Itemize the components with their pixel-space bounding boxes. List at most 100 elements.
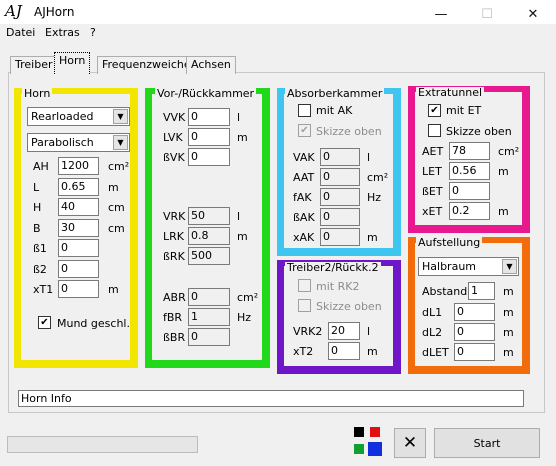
rk-input[interactable]: 500 (188, 247, 230, 265)
xet-label: xET (422, 205, 443, 218)
fbr-input[interactable]: 1 (188, 308, 230, 326)
fak-label: fAK (293, 191, 312, 204)
fak-unit: Hz (367, 191, 382, 204)
close-icon: ✕ (402, 433, 418, 453)
let-input[interactable]: 0.56 (449, 162, 490, 180)
xt2-input[interactable]: 0 (328, 342, 360, 360)
xak-input[interactable]: 0 (320, 228, 360, 246)
app-logo-icon: AJ (5, 2, 22, 20)
aet-input[interactable]: 78 (449, 142, 490, 160)
vor-legend: Vor-/Rückkammer (155, 87, 257, 100)
b-input[interactable]: 30 (58, 218, 99, 237)
xet-unit: m (498, 205, 509, 218)
lvk-unit: m (237, 131, 248, 144)
horn-type-value: Rearloaded (31, 110, 94, 123)
tab-horn[interactable]: Horn (54, 52, 91, 74)
xak-label: xAK (293, 231, 315, 244)
l-input[interactable]: 0.65 (58, 177, 99, 196)
xt1-input[interactable]: 0 (58, 280, 99, 298)
extratunnel-skizze-checkbox[interactable] (428, 124, 441, 137)
menu-datei[interactable]: Datei (6, 26, 35, 39)
dl1-label: dL1 (422, 306, 443, 319)
rk-label: ßRK (163, 250, 185, 263)
ah-input[interactable]: 1200 (58, 157, 99, 175)
mit-rk2-checkbox[interactable] (298, 279, 311, 292)
treiber2-legend: Treiber2/Rückk.2 (285, 261, 381, 274)
xt2-label: xT2 (293, 345, 314, 358)
abstand-input[interactable]: 1 (468, 282, 495, 300)
mit-ak-checkbox[interactable] (298, 104, 311, 117)
color-legend-icon (354, 427, 382, 457)
dl2-input[interactable]: 0 (454, 323, 495, 341)
fbr-unit: Hz (237, 311, 252, 324)
abr-input[interactable]: 0 (188, 288, 230, 306)
fak-input[interactable]: 0 (320, 188, 360, 206)
xt1-label: xT1 (33, 283, 54, 296)
ah-label: AH (33, 160, 49, 173)
2-input[interactable]: 0 (58, 259, 99, 278)
vvk-label: VVK (163, 111, 186, 124)
mit-et-label: mit ET (446, 104, 482, 117)
extratunnel-legend: Extratunnel (416, 86, 485, 99)
tab-frequenzweiche[interactable]: Frequenzweiche (97, 56, 196, 74)
lvk-input[interactable]: 0 (188, 128, 230, 146)
chevron-down-icon: ▼ (502, 259, 517, 274)
abstand-unit: m (503, 285, 514, 298)
br-input[interactable]: 0 (188, 328, 230, 346)
vk-input[interactable]: 0 (188, 148, 230, 166)
aufstellung-legend: Aufstellung (416, 236, 483, 249)
xet-input[interactable]: 0.2 (449, 202, 490, 220)
aufstellung-select[interactable]: Halbraum ▼ (418, 257, 519, 276)
clear-button[interactable]: ✕ (394, 428, 426, 458)
mit-rk2-label: mit RK2 (316, 280, 360, 293)
abstand-label: Abstand (422, 285, 468, 298)
xt2-unit: m (367, 345, 378, 358)
vrk2-unit: l (367, 325, 371, 338)
dlet-input[interactable]: 0 (454, 343, 495, 361)
fbr-label: fBR (163, 311, 183, 324)
vrk2-input[interactable]: 20 (328, 322, 360, 340)
tab-treiber[interactable]: Treiber (10, 56, 58, 74)
aat-input[interactable]: 0 (320, 168, 360, 186)
horn-info-field[interactable]: Horn Info (18, 390, 524, 407)
horn-shape-select[interactable]: Parabolisch ▼ (27, 133, 130, 152)
ak-input[interactable]: 0 (320, 208, 360, 226)
tab-achsen[interactable]: Achsen (186, 56, 236, 74)
ak-label: ßAK (293, 211, 315, 224)
menu-extras[interactable]: Extras (45, 26, 80, 39)
vak-input[interactable]: 0 (320, 148, 360, 166)
dl1-input[interactable]: 0 (454, 303, 495, 321)
1-label: ß1 (33, 242, 47, 255)
maximize-button[interactable]: ☐ (464, 4, 510, 24)
absorber-skizze-checkbox[interactable]: ✔ (298, 124, 311, 137)
minimize-button[interactable]: — (418, 4, 464, 24)
b-unit: cm (108, 221, 125, 235)
mit-ak-label: mit AK (316, 104, 353, 117)
vvk-unit: l (237, 111, 241, 124)
aufstellung-value: Halbraum (422, 260, 477, 273)
et-input[interactable]: 0 (449, 182, 490, 200)
vrk2-label: VRK2 (293, 325, 323, 338)
mit-et-checkbox[interactable]: ✔ (428, 104, 441, 117)
start-button[interactable]: Start (434, 428, 540, 458)
1-input[interactable]: 0 (58, 239, 99, 257)
mund-checkbox[interactable]: ✔ (38, 316, 51, 329)
lvk-label: LVK (163, 131, 183, 144)
chevron-down-icon: ▼ (113, 135, 128, 150)
close-button[interactable]: ✕ (510, 4, 556, 24)
vrk-unit: l (237, 210, 241, 223)
aet-unit: cm² (498, 145, 520, 158)
vak-label: VAK (293, 151, 315, 164)
horn-type-select[interactable]: Rearloaded ▼ (27, 107, 130, 126)
window-title: AJHorn (34, 5, 75, 19)
aat-label: AAT (293, 171, 315, 184)
dl2-unit: m (503, 326, 514, 339)
lrk-input[interactable]: 0.8 (188, 227, 230, 245)
h-input[interactable]: 40 (58, 198, 99, 216)
vrk-input[interactable]: 50 (188, 207, 230, 225)
treiber2-skizze-checkbox[interactable] (298, 299, 311, 312)
br-label: ßBR (163, 331, 186, 344)
vvk-input[interactable]: 0 (188, 108, 230, 126)
lrk-label: LRK (163, 230, 184, 243)
menu-help[interactable]: ? (90, 26, 96, 39)
